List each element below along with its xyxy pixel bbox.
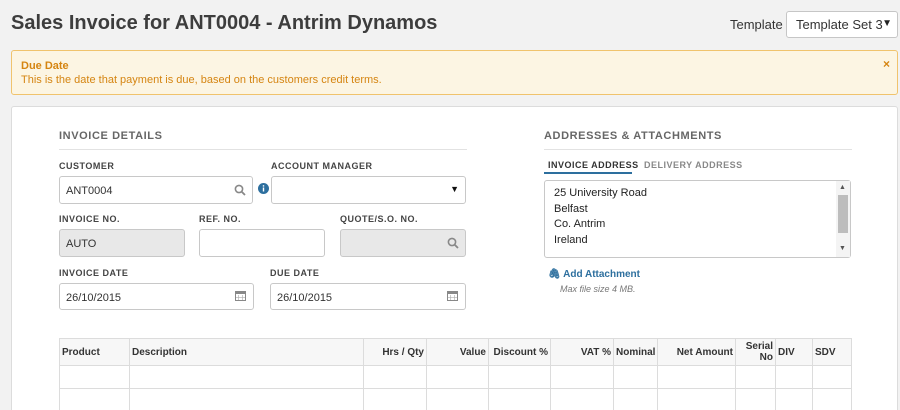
table-cell[interactable] xyxy=(775,365,813,389)
tab-delivery-address[interactable]: DELIVERY ADDRESS xyxy=(644,160,743,170)
chevron-down-icon: ▼ xyxy=(450,184,459,194)
table-row[interactable] xyxy=(59,365,852,389)
table-cell[interactable] xyxy=(488,365,551,389)
table-cell[interactable] xyxy=(129,365,364,389)
customer-value: ANT0004 xyxy=(66,185,113,197)
template-select[interactable]: Template Set 3 ▼ xyxy=(786,11,898,38)
table-cell[interactable] xyxy=(735,388,776,410)
ref-no-label: REF. NO. xyxy=(199,214,242,224)
table-header-row: Product Description Hrs / Qty Value Disc… xyxy=(59,338,852,366)
table-cell[interactable] xyxy=(657,388,736,410)
due-date-alert: Due Date This is the date that payment i… xyxy=(11,50,898,95)
column-header: Description xyxy=(129,338,364,366)
invoice-date-value: 26/10/2015 xyxy=(66,292,122,304)
column-header: SDV xyxy=(812,338,852,366)
tab-invoice-address[interactable]: INVOICE ADDRESS xyxy=(548,160,639,170)
address-line: Co. Antrim xyxy=(554,218,606,230)
invoice-no-label: INVOICE NO. xyxy=(59,214,121,224)
address-textarea[interactable]: 25 University Road Belfast Co. Antrim Ir… xyxy=(544,180,851,258)
table-cell[interactable] xyxy=(613,388,658,410)
column-header: VAT % xyxy=(550,338,614,366)
scroll-up-icon[interactable]: ▲ xyxy=(839,184,846,191)
invoice-no-field: AUTO xyxy=(59,229,185,257)
line-items-table: Product Description Hrs / Qty Value Disc… xyxy=(59,338,852,410)
invoice-date-input[interactable]: 26/10/2015 xyxy=(59,283,254,310)
column-header: Nominal xyxy=(613,338,658,366)
table-cell[interactable] xyxy=(775,388,813,410)
table-cell[interactable] xyxy=(129,388,364,410)
address-line: Belfast xyxy=(554,203,588,215)
account-manager-select[interactable]: ▼ xyxy=(271,176,466,204)
address-line: Ireland xyxy=(554,234,588,246)
section-divider xyxy=(59,149,467,150)
account-manager-label: ACCOUNT MANAGER xyxy=(271,161,373,171)
table-cell[interactable] xyxy=(812,388,852,410)
invoice-details-heading: INVOICE DETAILS xyxy=(59,130,163,142)
search-icon[interactable] xyxy=(234,184,246,196)
ref-no-input[interactable] xyxy=(199,229,325,257)
search-icon[interactable] xyxy=(447,237,459,249)
column-header: Discount % xyxy=(488,338,551,366)
chevron-down-icon: ▼ xyxy=(882,18,892,29)
table-cell[interactable] xyxy=(488,388,551,410)
invoice-panel: INVOICE DETAILS CUSTOMER ANT0004 ACCOUNT… xyxy=(11,106,898,410)
customer-label: CUSTOMER xyxy=(59,161,115,171)
template-label: Template xyxy=(730,17,783,32)
active-tab-indicator xyxy=(544,172,632,174)
add-attachment-label: Add Attachment xyxy=(563,269,640,280)
table-cell[interactable] xyxy=(426,388,489,410)
quote-no-label: QUOTE/S.O. NO. xyxy=(340,214,419,224)
due-date-value: 26/10/2015 xyxy=(277,292,333,304)
close-icon[interactable]: × xyxy=(883,57,890,71)
table-cell[interactable] xyxy=(613,365,658,389)
scrollbar[interactable]: ▲ ▼ xyxy=(836,181,850,257)
template-select-value: Template Set 3 xyxy=(796,17,883,32)
alert-title: Due Date xyxy=(21,60,69,72)
address-line: 25 University Road xyxy=(554,187,647,199)
column-header: Net Amount xyxy=(657,338,736,366)
column-header: DIV xyxy=(775,338,813,366)
section-divider xyxy=(544,149,852,150)
scroll-down-icon[interactable]: ▼ xyxy=(839,245,846,252)
table-cell[interactable] xyxy=(812,365,852,389)
column-header: Serial No xyxy=(735,338,776,366)
table-cell[interactable] xyxy=(550,365,614,389)
column-header: Product xyxy=(59,338,130,366)
invoice-date-label: INVOICE DATE xyxy=(59,268,129,278)
column-header: Hrs / Qty xyxy=(363,338,427,366)
table-cell[interactable] xyxy=(735,365,776,389)
table-row[interactable] xyxy=(59,388,852,410)
calendar-icon[interactable] xyxy=(447,290,458,301)
alert-text: This is the date that payment is due, ba… xyxy=(21,74,382,86)
table-cell[interactable] xyxy=(550,388,614,410)
scrollbar-thumb[interactable] xyxy=(838,195,848,233)
due-date-label: DUE DATE xyxy=(270,268,320,278)
table-cell[interactable] xyxy=(426,365,489,389)
table-cell[interactable] xyxy=(59,365,130,389)
calendar-icon[interactable] xyxy=(235,290,246,301)
table-cell[interactable] xyxy=(363,388,427,410)
invoice-no-value: AUTO xyxy=(66,238,97,250)
info-icon[interactable] xyxy=(258,183,269,194)
addresses-heading: ADDRESSES & ATTACHMENTS xyxy=(544,130,722,142)
due-date-input[interactable]: 26/10/2015 xyxy=(270,283,466,310)
table-cell[interactable] xyxy=(657,365,736,389)
add-attachment-link[interactable]: 🖇 Add Attachment xyxy=(548,269,640,280)
table-cell[interactable] xyxy=(59,388,130,410)
paperclip-icon: 🖇 xyxy=(548,269,561,280)
max-file-size-note: Max file size 4 MB. xyxy=(560,284,636,294)
table-cell[interactable] xyxy=(363,365,427,389)
customer-input[interactable]: ANT0004 xyxy=(59,176,253,204)
page-title: Sales Invoice for ANT0004 - Antrim Dynam… xyxy=(11,12,438,34)
column-header: Value xyxy=(426,338,489,366)
